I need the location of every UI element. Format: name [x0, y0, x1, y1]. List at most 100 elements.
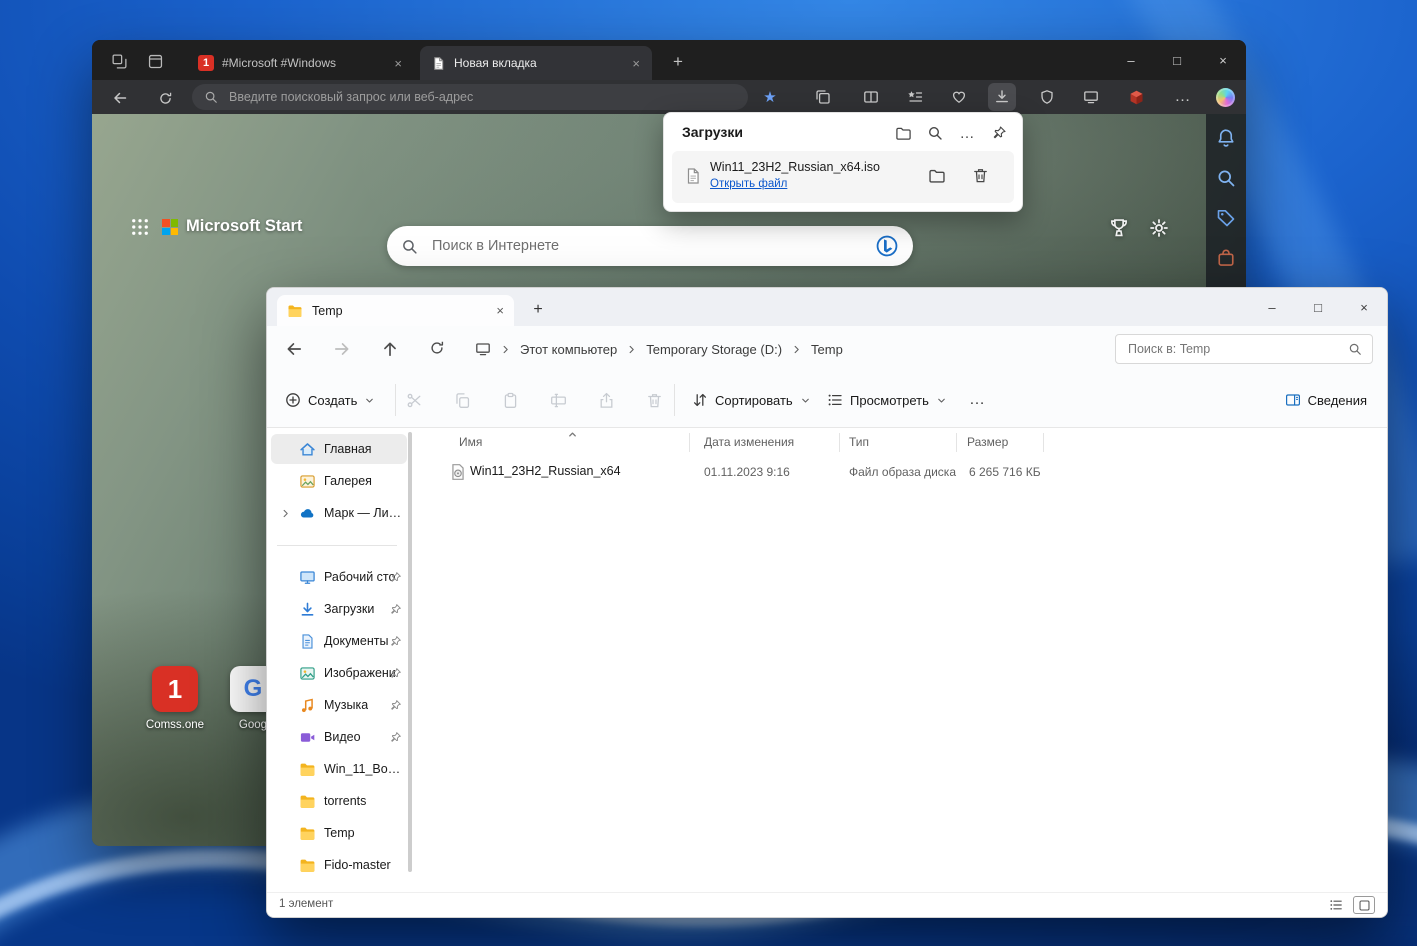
sidebar-item-pictures[interactable]: Изображени	[271, 658, 407, 688]
file-row[interactable]: Win11_23H2_Russian_x64 01.11.2023 9:16 Ф…	[413, 458, 1379, 486]
split-screen-icon[interactable]	[857, 83, 885, 111]
sidebar-item-desktop[interactable]: Рабочий сто	[271, 562, 407, 592]
delete-download-icon[interactable]	[972, 167, 992, 187]
tab-close-icon[interactable]: ×	[496, 303, 504, 318]
explorer-search-input[interactable]	[1126, 341, 1340, 357]
sidebar-scrollbar[interactable]	[408, 432, 412, 872]
favorites-star-icon[interactable]: ★	[756, 83, 784, 111]
sidebar-item-onedrive[interactable]: Марк — Лично	[271, 498, 407, 528]
chevron-right-icon[interactable]	[280, 508, 291, 519]
rename-icon[interactable]	[546, 388, 570, 412]
sidebar-item-temp[interactable]: Temp	[271, 818, 407, 848]
minimize-button[interactable]: –	[1249, 288, 1295, 326]
favorites-list-icon[interactable]	[901, 83, 929, 111]
new-button[interactable]: Создать	[285, 386, 375, 414]
back-icon[interactable]	[107, 85, 133, 111]
this-pc-icon	[475, 341, 491, 357]
collections-icon[interactable]	[809, 83, 837, 111]
sidebar-item-videos[interactable]: Видео	[271, 722, 407, 752]
paste-icon[interactable]	[498, 388, 522, 412]
copy-icon[interactable]	[450, 388, 474, 412]
sidebar-item-documents[interactable]: Документы	[271, 626, 407, 656]
up-icon[interactable]	[381, 340, 399, 358]
download-item[interactable]: Win11_23H2_Russian_x64.iso Открыть файл	[672, 151, 1014, 203]
page-settings-gear-icon[interactable]	[1148, 217, 1170, 239]
close-button[interactable]: ×	[1341, 288, 1387, 326]
back-icon[interactable]	[285, 340, 303, 358]
tab-actions-icon[interactable]	[144, 50, 166, 72]
column-header-size[interactable]: Размер	[967, 435, 1008, 449]
delete-icon[interactable]	[642, 388, 666, 412]
show-in-folder-icon[interactable]	[928, 167, 948, 187]
refresh-icon[interactable]	[152, 85, 178, 111]
column-header-name[interactable]: Имя	[459, 435, 482, 449]
bell-icon[interactable]	[1216, 128, 1236, 148]
cut-icon[interactable]	[402, 388, 426, 412]
shopping-bag-icon[interactable]	[1216, 248, 1236, 268]
maximize-button[interactable]: □	[1154, 40, 1200, 80]
copilot-icon[interactable]	[1211, 83, 1239, 111]
explorer-search-box[interactable]	[1115, 334, 1373, 364]
explorer-tab-temp[interactable]: Temp ×	[277, 295, 514, 326]
large-icons-view-icon[interactable]	[1353, 896, 1375, 914]
web-search-input[interactable]	[430, 237, 863, 255]
file-explorer-window: Temp × + – □ × Этот компьютер Temporary …	[266, 287, 1388, 918]
address-bar[interactable]	[192, 84, 748, 110]
tab-close-icon[interactable]: ×	[392, 56, 404, 71]
open-downloads-folder-icon[interactable]	[894, 124, 912, 142]
column-header-modified[interactable]: Дата изменения	[704, 435, 794, 449]
column-divider[interactable]	[839, 433, 840, 452]
extension-monitor-icon[interactable]	[1077, 83, 1105, 111]
sidebar-item-home[interactable]: Главная	[271, 434, 407, 464]
sidebar-item-downloads[interactable]: Загрузки	[271, 594, 407, 624]
sidebar-item-win11-boot[interactable]: Win_11_Boot_A	[271, 754, 407, 784]
address-input[interactable]	[227, 89, 736, 105]
search-downloads-icon[interactable]	[926, 124, 944, 142]
breadcrumb-this-pc[interactable]: Этот компьютер	[520, 342, 617, 357]
column-divider[interactable]	[1043, 433, 1044, 452]
minimize-button[interactable]: –	[1108, 40, 1154, 80]
sidebar-item-music[interactable]: Музыка	[271, 690, 407, 720]
downloads-icon[interactable]	[988, 83, 1016, 111]
pin-downloads-icon[interactable]	[990, 124, 1008, 142]
toolbar-more-icon[interactable]: …	[969, 386, 985, 414]
extension-shield-icon[interactable]	[1033, 83, 1061, 111]
share-icon[interactable]	[594, 388, 618, 412]
refresh-icon[interactable]	[429, 340, 447, 358]
folder-icon	[299, 825, 316, 842]
web-search-box[interactable]	[387, 226, 913, 266]
pin-icon	[389, 699, 402, 712]
column-header-type[interactable]: Тип	[849, 435, 869, 449]
maximize-button[interactable]: □	[1295, 288, 1341, 326]
sidebar-item-gallery[interactable]: Галерея	[271, 466, 407, 496]
close-button[interactable]: ×	[1200, 40, 1246, 80]
downloads-more-icon[interactable]: …	[958, 124, 976, 142]
tab-new-tab[interactable]: Новая вкладка ×	[420, 46, 652, 80]
tab-close-icon[interactable]: ×	[630, 56, 642, 71]
browser-essentials-icon[interactable]	[945, 83, 973, 111]
microsoft-start-brand[interactable]: Microsoft Start	[186, 217, 302, 236]
forward-icon[interactable]	[333, 340, 351, 358]
breadcrumb-drive[interactable]: Temporary Storage (D:)	[646, 342, 782, 357]
shopping-tag-icon[interactable]	[1216, 208, 1236, 228]
extension-red-cube-icon[interactable]	[1122, 83, 1150, 111]
settings-more-icon[interactable]: …	[1169, 83, 1197, 111]
open-file-link[interactable]: Открыть файл	[710, 178, 787, 190]
tab-microsoft-windows[interactable]: 1 #Microsoft #Windows ×	[188, 46, 414, 80]
desktop-icon-comss[interactable]: 1 Comss.one	[143, 666, 207, 731]
app-launcher-grid-icon[interactable]	[130, 217, 150, 237]
sidebar-search-icon[interactable]	[1216, 168, 1236, 188]
new-tab-button[interactable]: +	[525, 297, 551, 323]
view-button[interactable]: Просмотреть	[827, 386, 947, 414]
new-tab-button[interactable]: +	[666, 50, 690, 74]
sidebar-item-fido-master[interactable]: Fido-master	[271, 850, 407, 880]
rewards-trophy-icon[interactable]	[1108, 217, 1130, 239]
breadcrumb-folder[interactable]: Temp	[811, 342, 843, 357]
column-divider[interactable]	[689, 433, 690, 452]
details-pane-button[interactable]: Сведения	[1285, 386, 1367, 414]
column-divider[interactable]	[956, 433, 957, 452]
workspaces-icon[interactable]	[108, 50, 130, 72]
details-view-icon[interactable]	[1325, 896, 1347, 914]
sidebar-item-torrents[interactable]: torrents	[271, 786, 407, 816]
sort-button[interactable]: Сортировать	[692, 386, 811, 414]
